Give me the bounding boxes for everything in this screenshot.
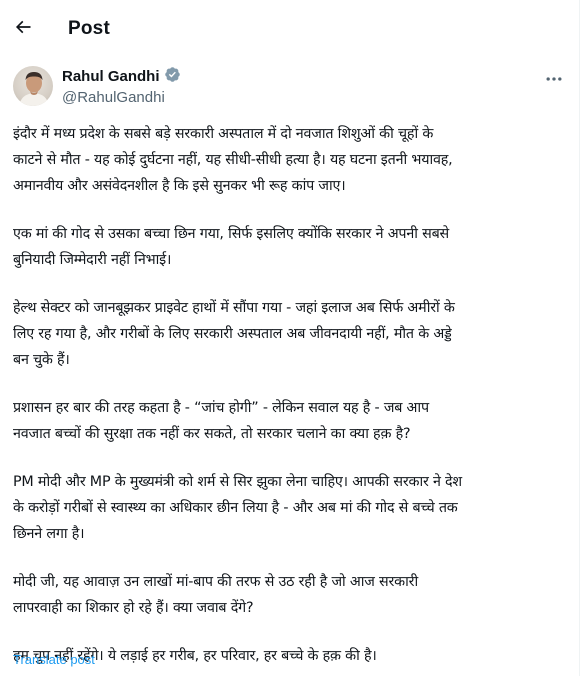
author-name[interactable]: Rahul Gandhi xyxy=(62,68,160,85)
post-paragraph: प्रशासन हर बार की तरह कहता है - “जांच हो… xyxy=(13,400,429,442)
post-paragraph: मोदी जी, यह आवाज़ उन लाखों मां-बाप की तर… xyxy=(13,574,419,616)
more-horizontal-icon xyxy=(544,69,564,93)
post-paragraph: एक मां की गोद से उसका बच्चा छिन गया, सिर… xyxy=(13,226,450,268)
post-page: Post Rahul Gandhi @RahulGandhi इंदौर में… xyxy=(0,0,580,676)
post-paragraph: हम चुप नहीं रहेंगे। ये लड़ाई हर गरीब, हर… xyxy=(13,648,377,664)
verified-badge-icon xyxy=(164,66,181,87)
more-options-button[interactable] xyxy=(541,68,567,94)
post-paragraph: PM मोदी और MP के मुख्यमंत्री को शर्म से … xyxy=(13,474,462,542)
author-handle[interactable]: @RahulGandhi xyxy=(62,89,181,106)
translate-post-link[interactable]: Translate post xyxy=(13,652,95,667)
arrow-left-icon xyxy=(13,17,33,41)
post-paragraph: हेल्थ सेक्टर को जानबूझकर प्राइवेट हाथों … xyxy=(13,300,455,368)
post-author: Rahul Gandhi @RahulGandhi xyxy=(13,66,181,106)
post-text: इंदौर में मध्य प्रदेश के सबसे बड़े सरकार… xyxy=(13,121,568,669)
post-paragraph: इंदौर में मध्य प्रदेश के सबसे बड़े सरकार… xyxy=(13,126,453,194)
avatar-portrait-icon xyxy=(19,72,49,106)
back-button[interactable] xyxy=(6,12,40,46)
page-title: Post xyxy=(68,18,110,39)
avatar[interactable] xyxy=(13,66,53,106)
page-header: Post xyxy=(0,0,579,58)
